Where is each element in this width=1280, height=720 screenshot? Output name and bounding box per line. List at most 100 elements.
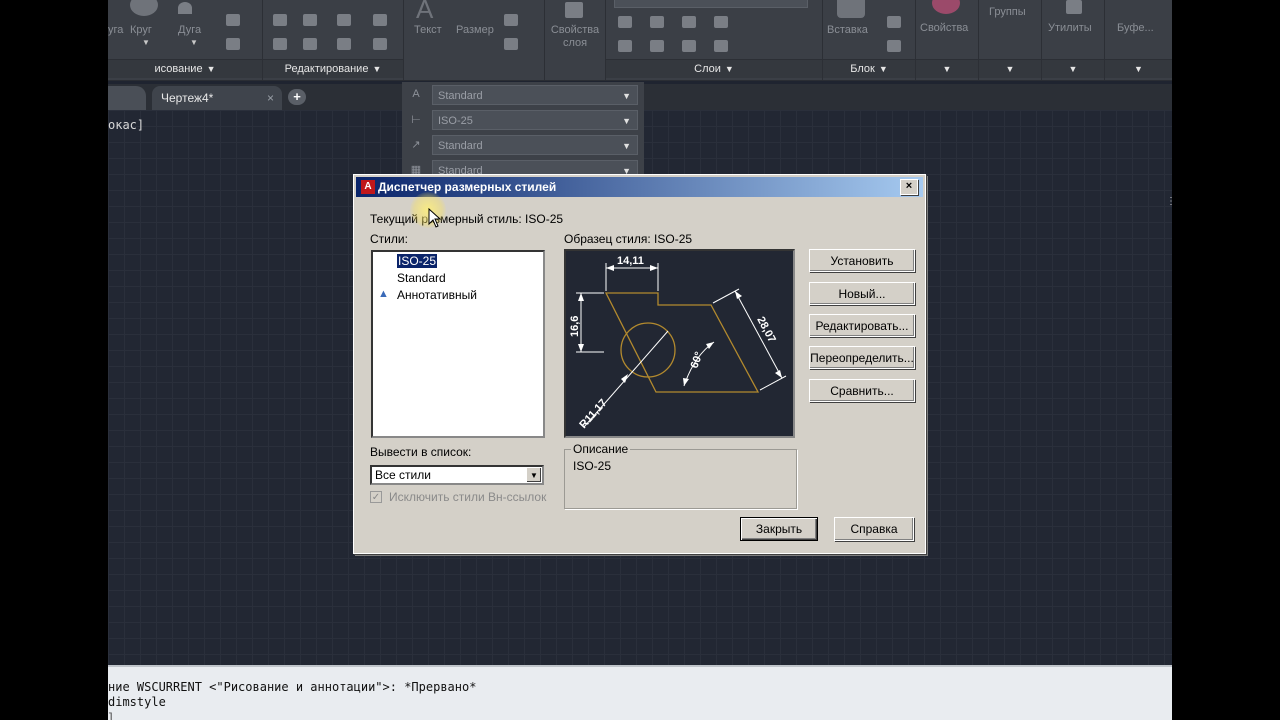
list-filter-select[interactable]: Все стили ▼ xyxy=(370,465,544,485)
dim-style-dropdown[interactable]: ISO-25 ▼ xyxy=(432,110,638,130)
rotate-icon[interactable] xyxy=(303,14,317,26)
properties-icon[interactable] xyxy=(932,0,960,14)
text-style-row: A Standard ▼ xyxy=(406,85,638,105)
list-item[interactable]: Аннотативный xyxy=(397,288,477,302)
array-icon[interactable] xyxy=(337,38,351,50)
arc-tool-icon[interactable] xyxy=(178,2,192,14)
text-style-dropdown[interactable]: Standard ▼ xyxy=(432,85,638,105)
viewport-label[interactable]: окас] xyxy=(108,118,144,132)
ribbon-panel-title[interactable]: Редактирование ▼ xyxy=(263,59,403,78)
dimension-style-manager-dialog: A Диспетчер размерных стилей × Текущий р… xyxy=(353,174,926,554)
ribbon-panel-groups: Группы ▼ xyxy=(979,0,1042,80)
ribbon-tool-label: Утилиты xyxy=(1048,22,1092,34)
modify-style-button[interactable]: Редактировать... xyxy=(809,314,915,337)
description-group: Описание ISO-25 xyxy=(564,442,797,509)
layer-tool-icon[interactable] xyxy=(650,16,664,28)
viewcube-edge-icon[interactable]: ⋮ xyxy=(1166,196,1172,207)
layer-dropdown[interactable] xyxy=(614,0,808,8)
multileader-style-dropdown[interactable]: Standard ▼ xyxy=(432,135,638,155)
calculator-icon[interactable] xyxy=(1066,0,1082,14)
copy-icon[interactable] xyxy=(273,38,287,50)
erase-icon[interactable] xyxy=(373,14,387,26)
ribbon-tool-label: Круг xyxy=(130,24,152,36)
table-style-icon: ▦ xyxy=(410,164,422,174)
command-line[interactable]: ние WSCURRENT <"Рисование и аннотации">:… xyxy=(108,665,1172,720)
ribbon-panel-modify: Редактирование ▼ xyxy=(263,0,404,80)
ribbon-panel-block: Вставка Блок ▼ xyxy=(823,0,916,80)
preview-arrow xyxy=(775,370,782,378)
command-history-line: dimstyle xyxy=(108,695,166,709)
ribbon-panel-title[interactable]: Слои ▼ xyxy=(606,59,822,78)
command-input[interactable]: l xyxy=(108,711,115,720)
preview-outline xyxy=(604,292,760,393)
exclude-xref-checkbox[interactable]: ✓ xyxy=(370,491,382,503)
table-icon[interactable] xyxy=(504,38,518,50)
scale-icon[interactable] xyxy=(373,38,387,50)
layer-tool-icon[interactable] xyxy=(650,40,664,52)
multileader-style-icon: ↗ xyxy=(411,139,421,151)
tab-drawing4[interactable]: Чертеж4* × xyxy=(152,86,282,110)
circle-tool-icon[interactable] xyxy=(130,0,158,16)
dialog-titlebar[interactable]: A Диспетчер размерных стилей × xyxy=(356,177,923,197)
hatch-icon[interactable] xyxy=(226,14,240,26)
help-button[interactable]: Справка xyxy=(834,517,914,541)
text-tool-icon[interactable]: A xyxy=(416,0,433,25)
preview-arrow xyxy=(650,265,658,271)
override-style-button[interactable]: Переопределить... xyxy=(809,346,915,369)
layer-tool-icon[interactable] xyxy=(618,16,632,28)
styles-list[interactable]: ISO-25 Standard ▲ Аннотативный xyxy=(371,250,545,438)
insert-block-icon[interactable] xyxy=(837,0,865,18)
preview-dim-text: 14,11 xyxy=(617,255,644,267)
layer-properties-icon[interactable] xyxy=(565,2,583,18)
description-label: Описание xyxy=(571,442,631,456)
panel-expand-icon[interactable]: ▼ xyxy=(1105,59,1172,78)
layer-tool-icon[interactable] xyxy=(682,40,696,52)
chevron-down-icon[interactable]: ▼ xyxy=(190,38,198,47)
chevron-down-icon[interactable]: ▼ xyxy=(142,38,150,47)
layer-tool-icon[interactable] xyxy=(682,16,696,28)
preview-drawing: 14,11 16,6 28,07 60° R11,17 xyxy=(569,255,787,431)
preview-arrow xyxy=(683,378,689,386)
close-icon[interactable]: × xyxy=(900,179,918,195)
ribbon-tool-label: Текст xyxy=(414,24,442,36)
layer-tool-icon[interactable] xyxy=(618,40,632,52)
table-style-dropdown[interactable]: Standard ▼ xyxy=(432,160,638,174)
new-tab-button[interactable]: + xyxy=(288,89,306,105)
ribbon-panel-title[interactable]: Блок ▼ xyxy=(823,59,915,78)
leader-icon[interactable] xyxy=(504,14,518,26)
preview-dim-text: 28,07 xyxy=(754,315,778,345)
panel-expand-icon[interactable]: ▼ xyxy=(1042,59,1104,78)
move-icon[interactable] xyxy=(273,14,287,26)
ribbon-panel-annotation: A Текст Размер xyxy=(404,0,545,80)
ribbon-tool-label: Дуга xyxy=(178,24,202,36)
panel-expand-icon[interactable]: ▼ xyxy=(916,59,978,78)
preview-arrow xyxy=(735,291,742,299)
preview-dim-text: R11,17 xyxy=(577,397,609,431)
chevron-down-icon[interactable]: ▼ xyxy=(526,467,542,483)
close-icon[interactable]: × xyxy=(267,86,274,110)
compare-styles-button[interactable]: Сравнить... xyxy=(809,379,915,402)
list-item[interactable]: ISO-25 xyxy=(395,253,439,269)
ribbon-panel-layers: Слои ▼ xyxy=(606,0,823,80)
rectangle-icon[interactable] xyxy=(226,38,240,50)
preview-label: Образец стиля: ISO-25 xyxy=(564,232,693,246)
create-block-icon[interactable] xyxy=(887,16,901,28)
text-style-icon: A xyxy=(412,88,420,100)
edit-block-icon[interactable] xyxy=(887,40,901,52)
description-text: ISO-25 xyxy=(573,459,612,473)
close-button[interactable]: Закрыть xyxy=(740,517,818,541)
layer-tool-icon[interactable] xyxy=(714,16,728,28)
tab-previous[interactable] xyxy=(108,86,146,110)
mirror-icon[interactable] xyxy=(303,38,317,50)
trim-icon[interactable] xyxy=(337,14,351,26)
preview-arrow xyxy=(606,265,614,271)
list-item[interactable]: Standard xyxy=(397,271,446,285)
exclude-xref-label: Исключить стили Вн-ссылок xyxy=(389,490,547,504)
new-style-button[interactable]: Новый... xyxy=(809,282,915,305)
ribbon-panel-title[interactable]: исование ▼ xyxy=(108,59,262,78)
set-current-button[interactable]: Установить xyxy=(809,249,915,272)
layer-tool-icon[interactable] xyxy=(714,40,728,52)
panel-expand-icon[interactable]: ▼ xyxy=(979,59,1041,78)
annotation-styles-panel: A Standard ▼ ⊢ ISO-25 ▼ ↗ Standard ▼ ▦ Stan… xyxy=(402,82,644,174)
ribbon: уга Круг Дуга ▼ ▼ исование ▼ Редактирован… xyxy=(108,0,1172,81)
